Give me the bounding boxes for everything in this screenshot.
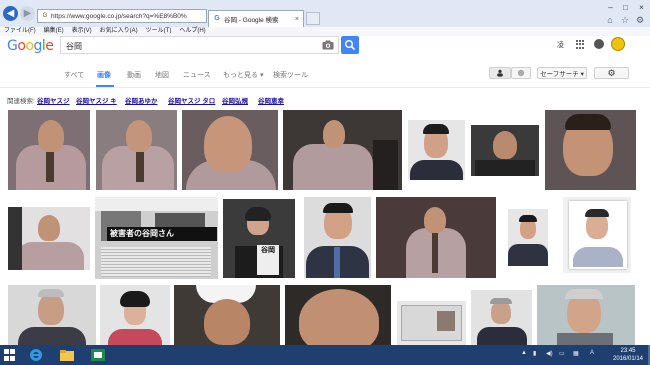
related-searches-label: 関連検索: <box>7 98 35 105</box>
person-filter-button[interactable] <box>489 67 511 79</box>
menu-tools[interactable]: ツール(T) <box>146 27 172 36</box>
image-result[interactable] <box>100 285 170 345</box>
new-tab-button[interactable] <box>306 12 320 25</box>
image-result[interactable] <box>304 197 371 278</box>
image-result[interactable] <box>8 207 90 270</box>
settings-gear-icon[interactable]: ⚙ <box>634 14 646 26</box>
image-result[interactable] <box>96 110 177 190</box>
image-result[interactable] <box>376 197 496 278</box>
image-result[interactable] <box>471 290 532 345</box>
ime-icon[interactable]: ▦ <box>573 350 579 357</box>
image-result[interactable]: 谷岡 <box>223 199 295 278</box>
active-tab-indicator <box>96 85 114 87</box>
language-indicator[interactable]: A <box>590 350 594 356</box>
image-result[interactable] <box>285 285 391 345</box>
related-chip[interactable]: 谷岡ヤスジ タロ <box>168 95 215 105</box>
apps-grid-icon[interactable] <box>576 40 585 49</box>
favorites-star-icon[interactable]: ☆ <box>619 14 631 26</box>
clock-time: 23:45 <box>620 348 636 354</box>
maximize-button[interactable]: □ <box>619 2 632 14</box>
clock-date: 2016/01/14 <box>612 356 644 362</box>
globe-icon <box>517 69 525 77</box>
image-result[interactable] <box>283 110 402 190</box>
newspaper-headline: 被害者の谷岡さん <box>107 227 217 241</box>
related-chip[interactable]: 谷岡あゆか <box>125 95 158 105</box>
tab-close-icon[interactable]: × <box>295 16 299 23</box>
tab-maps[interactable]: 地図 <box>155 70 169 80</box>
settings-button[interactable]: ⚙ <box>594 67 629 79</box>
minimize-button[interactable]: – <box>604 2 617 14</box>
arrow-left-icon: ◀ <box>6 8 15 19</box>
tab-all[interactable]: すべて <box>64 70 84 80</box>
taskbar: ▲ ▮ ◀) ▭ ▦ A 23:45 2016/01/14 <box>0 345 650 365</box>
close-window-button[interactable]: × <box>635 2 648 14</box>
google-favicon-icon: G <box>42 13 48 19</box>
excel-icon[interactable] <box>90 347 106 363</box>
image-result[interactable] <box>8 285 96 345</box>
image-result[interactable] <box>471 125 539 176</box>
logo-letter: o <box>25 38 34 54</box>
image-result[interactable]: 被害者の谷岡さん <box>95 197 218 279</box>
logo-letter: e <box>45 38 54 54</box>
tab-search-tools[interactable]: 検索ツール <box>273 70 308 80</box>
volume-icon[interactable]: ◀) <box>546 350 553 357</box>
related-chip[interactable]: 谷岡ヤスジ キ <box>76 95 117 105</box>
arrow-right-icon: ▶ <box>23 8 32 19</box>
safesearch-button[interactable]: セーフサーチ ▾ <box>537 67 587 79</box>
logo-letter: G <box>7 38 18 54</box>
related-chip[interactable]: 谷岡弘規 <box>222 95 248 105</box>
network-icon[interactable]: ▮ <box>533 350 536 357</box>
internet-explorer-icon[interactable] <box>28 347 44 363</box>
logo-letter: g <box>33 38 43 54</box>
image-result[interactable] <box>408 120 465 180</box>
tab-title: 谷岡 - Google 検索 <box>224 17 279 24</box>
person-icon <box>497 69 503 77</box>
tray-up-arrow-icon[interactable]: ▲ <box>521 350 527 356</box>
user-name-text[interactable]: 凌 <box>557 40 564 50</box>
google-logo[interactable]: Google <box>7 38 54 54</box>
search-icon <box>344 39 356 51</box>
tab-more[interactable]: もっと見る ▾ <box>223 70 263 80</box>
battery-icon[interactable]: ▭ <box>559 350 565 357</box>
menu-bar: ファイル(F) 編集(E) 表示(V) お気に入り(A) ツール(T) ヘルプ(… <box>0 27 650 36</box>
address-url: https://www.google.co.jp/search?q=%E8%B0… <box>51 12 187 20</box>
address-bar[interactable]: G https://www.google.co.jp/search?q=%E8%… <box>37 9 207 23</box>
camera-icon[interactable] <box>322 40 334 50</box>
search-input[interactable]: 谷岡 <box>60 36 339 54</box>
image-result[interactable] <box>182 110 278 190</box>
tab-videos[interactable]: 動画 <box>127 70 141 80</box>
google-favicon-icon: G <box>214 15 220 22</box>
tab-images[interactable]: 画像 <box>97 70 111 80</box>
avatar[interactable] <box>611 37 625 51</box>
menu-favorites[interactable]: お気に入り(A) <box>100 27 138 36</box>
forward-button[interactable]: ▶ <box>20 6 35 21</box>
menu-view[interactable]: 表示(V) <box>72 27 92 36</box>
start-button[interactable] <box>4 349 16 361</box>
related-chip[interactable]: 谷岡ヤスジ <box>37 95 70 105</box>
image-result[interactable] <box>563 197 631 273</box>
podium-sign: 谷岡 <box>257 245 279 275</box>
tab-news[interactable]: ニュース <box>183 70 211 80</box>
search-button[interactable] <box>341 36 359 54</box>
related-chip[interactable]: 谷岡恵幸 <box>258 95 284 105</box>
globe-filter-button[interactable] <box>511 67 531 79</box>
browser-titlebar: ◀ ▶ G https://www.google.co.jp/search?q=… <box>0 0 650 27</box>
notifications-icon[interactable] <box>594 39 604 49</box>
gear-icon: ⚙ <box>607 67 616 78</box>
home-icon[interactable]: ⌂ <box>604 14 616 26</box>
image-result[interactable] <box>537 285 635 345</box>
image-result[interactable] <box>174 285 280 345</box>
tab-google-search[interactable]: G 谷岡 - Google 検索 × <box>208 10 304 27</box>
file-explorer-icon[interactable] <box>59 347 75 363</box>
back-button[interactable]: ◀ <box>3 6 18 21</box>
menu-edit[interactable]: 編集(E) <box>44 27 64 36</box>
image-result[interactable] <box>508 209 548 266</box>
menu-file[interactable]: ファイル(F) <box>4 27 36 36</box>
menu-help[interactable]: ヘルプ(H) <box>179 27 205 36</box>
image-result[interactable] <box>8 110 90 190</box>
image-result[interactable] <box>545 110 636 190</box>
image-result[interactable] <box>397 301 466 345</box>
system-clock[interactable]: 23:45 2016/01/14 <box>608 347 648 363</box>
